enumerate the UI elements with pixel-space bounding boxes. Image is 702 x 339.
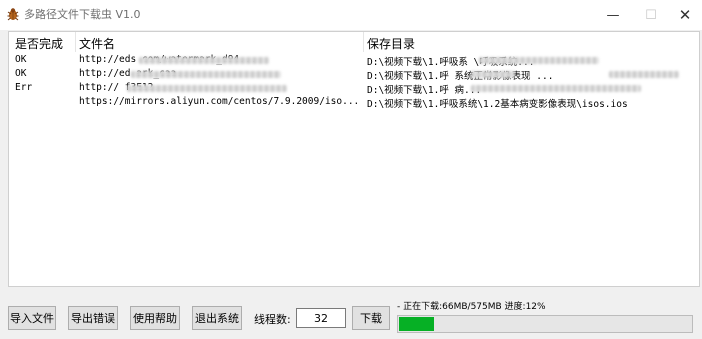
close-button[interactable]: ✕ — [666, 0, 702, 30]
app-bug-icon — [7, 8, 19, 21]
row-filename: https://mirrors.aliyun.com/centos/7.9.20… — [79, 96, 360, 107]
row-status: OK — [15, 54, 27, 65]
threads-input[interactable] — [296, 308, 346, 328]
export-errors-button[interactable]: 导出错误 — [68, 306, 118, 330]
download-progress-bar — [397, 315, 693, 333]
blurred-text — [479, 57, 599, 64]
blurred-text — [609, 71, 679, 78]
row-save-dir: D:\视频下载\1.呼吸系统\1.2基本病变影像表现\isos.ios — [367, 99, 628, 110]
list-header: 是否完成 文件名 保存目录 — [9, 32, 699, 52]
help-button[interactable]: 使用帮助 — [130, 306, 180, 330]
list-row[interactable]: OK http://ed ark_caa... D:\视频下载\1.呼 系统正常… — [9, 68, 699, 82]
list-row[interactable]: OK http://eds com/watermark_d94... D:\视频… — [9, 54, 699, 68]
progress-fill — [399, 317, 434, 331]
download-button[interactable]: 下载 — [352, 306, 390, 330]
column-header-filename[interactable]: 文件名 — [79, 35, 115, 52]
blurred-text — [127, 85, 287, 92]
blurred-text — [131, 71, 281, 78]
download-list[interactable]: 是否完成 文件名 保存目录 OK http://eds com/watermar… — [8, 31, 700, 287]
exit-button[interactable]: 退出系统 — [192, 306, 242, 330]
column-divider[interactable] — [75, 32, 76, 52]
column-header-status[interactable]: 是否完成 — [15, 35, 63, 52]
threads-label: 线程数: — [254, 313, 291, 326]
title-bar: 多路径文件下载虫 V1.0 — ☐ ✕ — [0, 0, 702, 30]
window-title: 多路径文件下载虫 V1.0 — [24, 8, 141, 21]
maximize-button[interactable]: ☐ — [632, 0, 670, 30]
download-status-text: - 正在下载:66MB/575MB 进度:12% — [397, 302, 546, 312]
column-divider[interactable] — [363, 32, 364, 52]
row-status: Err — [15, 82, 33, 93]
column-header-save-dir[interactable]: 保存目录 — [367, 35, 415, 52]
blurred-text — [471, 71, 515, 78]
list-row[interactable]: https://mirrors.aliyun.com/centos/7.9.20… — [9, 96, 699, 110]
import-file-button[interactable]: 导入文件 — [8, 306, 56, 330]
blurred-text — [139, 57, 269, 64]
blurred-text — [471, 85, 641, 92]
minimize-button[interactable]: — — [594, 0, 632, 30]
row-status: OK — [15, 68, 27, 79]
list-row[interactable]: Err http:// f3E12... D:\视频下载\1.呼 病... — [9, 82, 699, 96]
